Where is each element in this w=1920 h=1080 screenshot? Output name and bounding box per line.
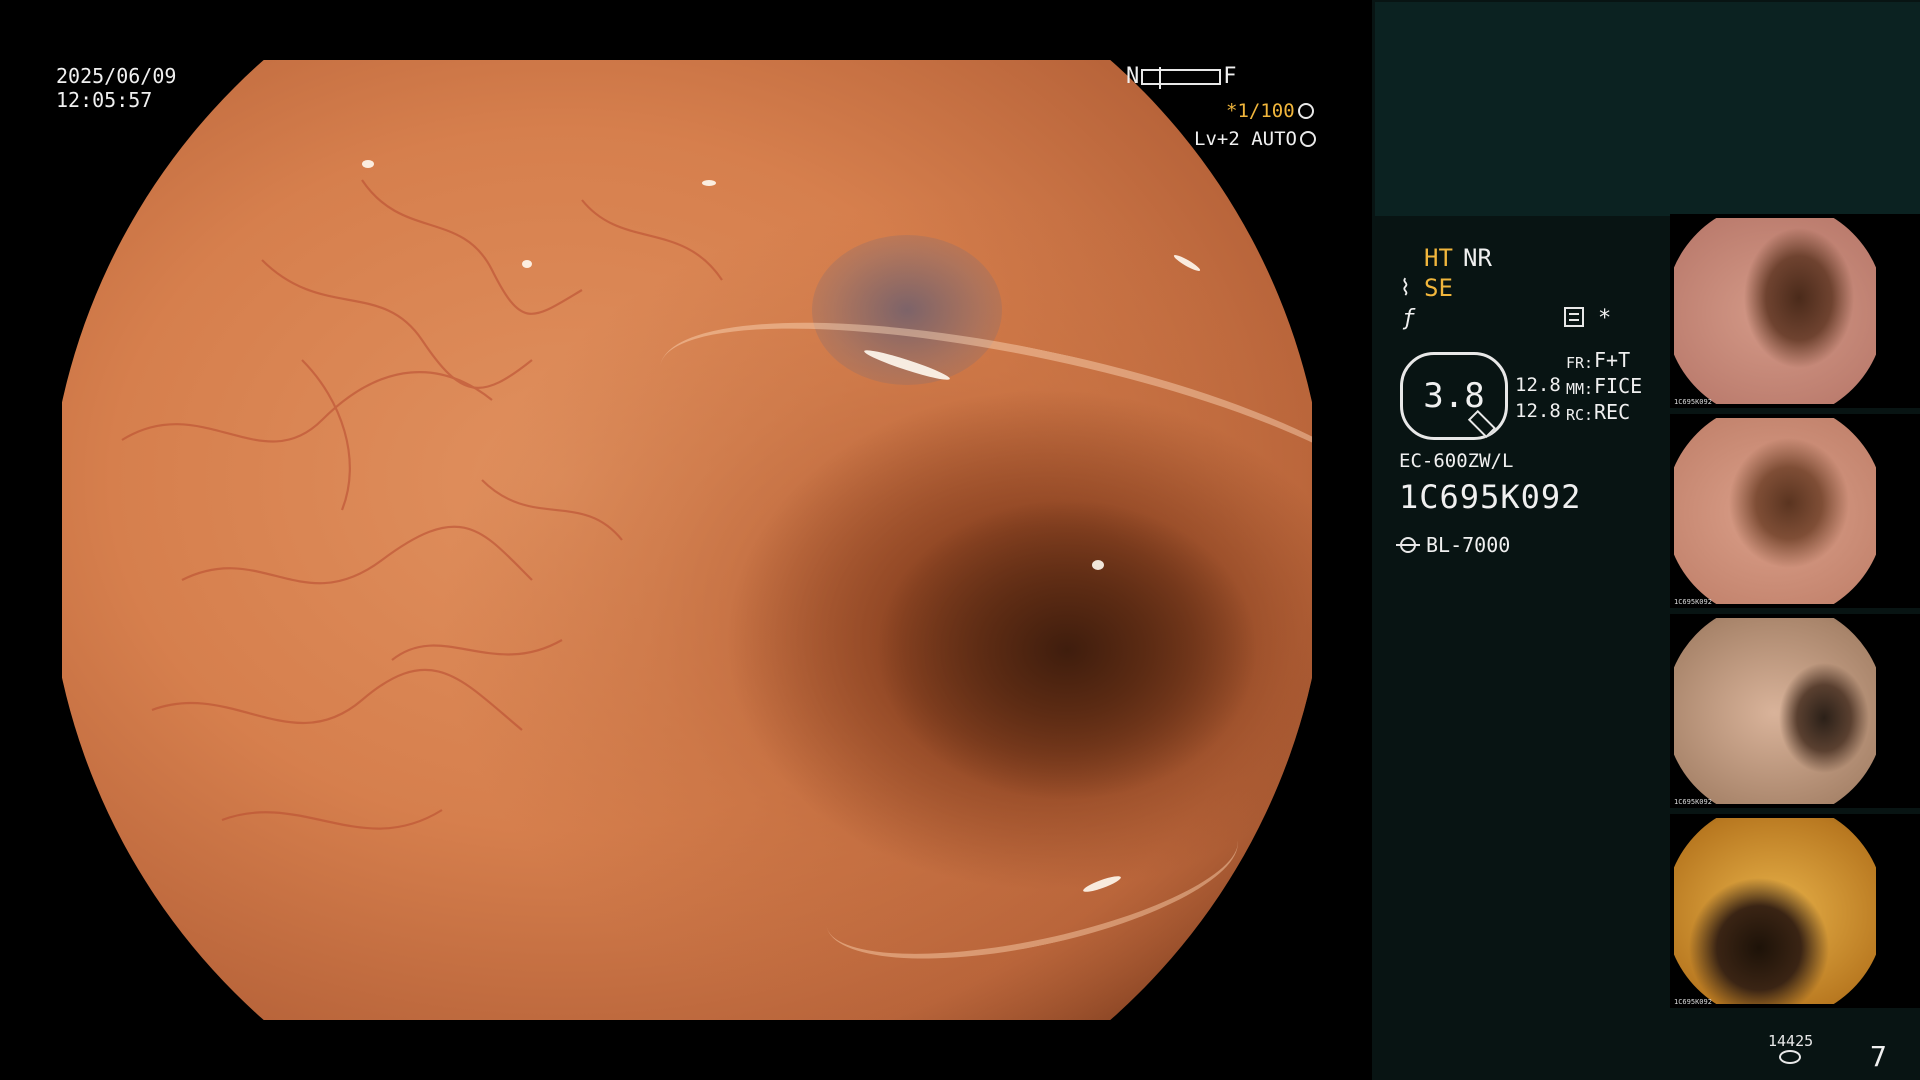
param-labels: FR: MM: RC: <box>1566 350 1594 428</box>
zoom-value: 3.8 <box>1423 376 1485 416</box>
thumbnail[interactable]: 1C695K092 <box>1670 214 1920 408</box>
star-icon: * <box>1598 306 1612 331</box>
scope-model: EC-600ZW/L <box>1399 450 1514 472</box>
numeric-values: 12.8 12.8 <box>1515 372 1561 424</box>
level-text: Lv+2 AUTO <box>1194 128 1297 150</box>
zoom-indicator: 3.8 <box>1400 352 1508 440</box>
param-values: F+T FICE REC <box>1594 347 1642 425</box>
far-label: F <box>1223 64 1237 89</box>
thumbnail-image <box>1674 818 1876 1004</box>
date-text: 2025/06/09 <box>56 64 177 88</box>
mode-nr: NR <box>1463 244 1492 272</box>
thumbnail[interactable]: 1C695K092 <box>1670 414 1920 608</box>
mode-ht: HT <box>1424 244 1453 272</box>
shutter-text: *1/100 <box>1226 100 1295 122</box>
param-label-fr: FR: <box>1566 354 1594 372</box>
level-readout: Lv+2 AUTO <box>1194 128 1316 150</box>
structure-enhance-icon: ⌇ <box>1400 276 1411 301</box>
light-glare <box>522 260 532 268</box>
datetime-stamp: 2025/06/09 12:05:57 <box>56 64 176 112</box>
thumbnail-image <box>1674 218 1876 404</box>
focus-bar <box>1141 66 1222 89</box>
page-number: 7 <box>1870 1040 1887 1073</box>
near-far-scale: N F <box>1126 64 1237 89</box>
param-value-fr: F+T <box>1594 348 1631 372</box>
shutter-readout: *1/100 <box>1226 100 1314 122</box>
endoscope-view <box>62 60 1312 1020</box>
settings-icon <box>1564 307 1584 327</box>
image-count: 14425 <box>1768 1032 1814 1050</box>
thumbnail-image <box>1674 618 1876 804</box>
mode-se: SE <box>1424 274 1453 302</box>
shutter-icon <box>1297 103 1314 119</box>
thumbnail[interactable]: 1C695K092 <box>1670 814 1920 1008</box>
thumbnail-meta: 1C695K092 <box>1674 798 1712 806</box>
light-icon <box>1396 537 1420 553</box>
thumbnail-image <box>1674 418 1876 604</box>
light-source: BL-7000 <box>1396 533 1511 557</box>
light-source-label: BL-7000 <box>1426 533 1511 557</box>
light-glare <box>1092 560 1104 570</box>
value-1: 12.8 <box>1515 374 1561 396</box>
thumbnail-meta: 1C695K092 <box>1674 398 1712 406</box>
function-icon: ƒ <box>1402 306 1416 331</box>
scope-serial: 1C695K092 <box>1399 478 1582 516</box>
param-label-mm: MM: <box>1566 380 1594 398</box>
light-glare <box>362 160 374 168</box>
zoom-lens-icon <box>1467 409 1497 439</box>
thumbnail[interactable]: 1C695K092 <box>1670 614 1920 808</box>
near-label: N <box>1126 64 1140 89</box>
info-panel-top <box>1375 2 1920 216</box>
param-value-rc: REC <box>1594 400 1631 424</box>
param-label-rc: RC: <box>1566 406 1594 424</box>
thumbnail-meta: 1C695K092 <box>1674 598 1712 606</box>
value-2: 12.8 <box>1515 400 1561 422</box>
light-glare <box>702 180 716 186</box>
disk-icon <box>1779 1050 1801 1064</box>
thumbnail-meta: 1C695K092 <box>1674 998 1712 1006</box>
time-text: 12:05:57 <box>56 88 153 112</box>
param-value-mm: FICE <box>1594 374 1643 398</box>
auto-icon <box>1299 131 1316 147</box>
